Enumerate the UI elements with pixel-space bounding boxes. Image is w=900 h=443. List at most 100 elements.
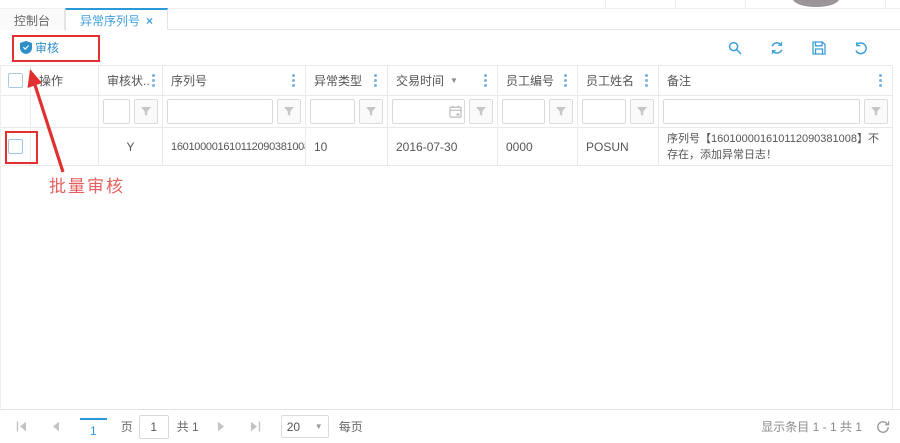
- header-cell-audit-status[interactable]: 审核状..: [99, 66, 163, 95]
- column-title: 员工姓名: [586, 72, 634, 89]
- filter-funnel-button[interactable]: [277, 99, 301, 124]
- filter-funnel-button[interactable]: [549, 99, 573, 124]
- divider: [675, 0, 676, 8]
- avatar: [793, 0, 839, 7]
- audit-button-label: 审核: [35, 39, 59, 56]
- audit-shield-icon: [20, 41, 32, 54]
- column-title: 序列号: [171, 72, 207, 89]
- next-page-button[interactable]: [211, 421, 232, 432]
- filter-cell-audit-status: [99, 96, 163, 127]
- per-page-label: 每页: [339, 418, 363, 435]
- tab-abnormal-serial-label: 异常序列号: [80, 12, 140, 29]
- column-menu-icon[interactable]: [152, 79, 155, 82]
- divider: [885, 0, 886, 8]
- filter-employee-name-input[interactable]: [582, 99, 626, 124]
- divider: [605, 0, 606, 8]
- filter-funnel-button[interactable]: [864, 99, 888, 124]
- filter-serial-input[interactable]: [167, 99, 273, 124]
- row-cell-operation: [31, 128, 99, 165]
- filter-cell-operation: [31, 96, 99, 127]
- funnel-icon: [140, 106, 152, 117]
- filter-funnel-button[interactable]: [469, 99, 493, 124]
- column-title: 员工编号: [506, 72, 554, 89]
- grid-header-row: 操作 审核状.. 序列号 异常类型 交易时间 ▼: [1, 66, 892, 96]
- filter-exception-type-input[interactable]: [310, 99, 355, 124]
- filter-cell-employee-no: [498, 96, 578, 127]
- funnel-icon: [555, 106, 567, 117]
- column-title: 备注: [667, 72, 691, 89]
- filter-cell-select: [1, 96, 31, 127]
- column-menu-icon[interactable]: [484, 79, 487, 82]
- tab-console-label: 控制台: [14, 12, 50, 29]
- column-title: 异常类型: [314, 72, 362, 89]
- row-checkbox[interactable]: [8, 139, 23, 154]
- pager-info: 显示条目 1 - 1 共 1: [761, 418, 862, 435]
- divider: [745, 0, 746, 8]
- prev-page-button[interactable]: [45, 421, 66, 432]
- refresh-icon[interactable]: [876, 420, 890, 434]
- grid-pager: 1 页 共 1 20 ▼ 每页 显示条目 1 - 1 共 1: [0, 409, 900, 443]
- column-menu-icon[interactable]: [374, 79, 377, 82]
- funnel-icon: [365, 106, 377, 117]
- grid-filter-row: [1, 96, 892, 128]
- header-cell-exception-type[interactable]: 异常类型: [306, 66, 388, 95]
- filter-audit-status-input[interactable]: [103, 99, 130, 124]
- header-cell-trade-time[interactable]: 交易时间 ▼: [388, 66, 498, 95]
- column-title: 审核状..: [107, 72, 150, 89]
- sort-desc-icon: ▼: [450, 76, 458, 85]
- save-icon[interactable]: [812, 41, 826, 55]
- grid-tool-icons: [728, 41, 900, 55]
- page-total-label: 共 1: [177, 418, 199, 435]
- filter-funnel-button[interactable]: [134, 99, 158, 124]
- filter-cell-remark: [659, 96, 892, 127]
- row-cell-exception-type: 10: [306, 128, 388, 165]
- app-window: 控制台 异常序列号 × 审核: [0, 0, 900, 443]
- tabstrip: 控制台 异常序列号 ×: [0, 8, 900, 30]
- row-cell-audit-status: Y: [99, 128, 163, 165]
- tab-console[interactable]: 控制台: [0, 9, 65, 31]
- column-menu-icon[interactable]: [879, 79, 882, 82]
- tab-close-icon[interactable]: ×: [146, 15, 153, 27]
- filter-remark-input[interactable]: [663, 99, 860, 124]
- sync-icon[interactable]: [770, 41, 784, 55]
- filter-employee-no-input[interactable]: [502, 99, 545, 124]
- header-cell-operation: 操作: [31, 66, 99, 95]
- search-icon[interactable]: [728, 41, 742, 55]
- chevron-down-icon: ▼: [315, 422, 323, 431]
- header-cell-employee-no[interactable]: 员工编号: [498, 66, 578, 95]
- header-cell-remark[interactable]: 备注: [659, 66, 892, 95]
- funnel-icon: [283, 106, 295, 117]
- funnel-icon: [636, 106, 648, 117]
- filter-cell-exception-type: [306, 96, 388, 127]
- row-cell-employee-no: 0000: [498, 128, 578, 165]
- row-cell-remark: 序列号【160100001610112090381008】不存在，添加异常日志！: [659, 128, 892, 165]
- row-cell-trade-time: 2016-07-30: [388, 128, 498, 165]
- header-cell-employee-name[interactable]: 员工姓名: [578, 66, 659, 95]
- page-number-input[interactable]: [139, 415, 169, 439]
- select-all-checkbox[interactable]: [8, 73, 23, 88]
- undo-icon[interactable]: [854, 41, 868, 55]
- page-label: 页: [121, 418, 133, 435]
- column-menu-icon[interactable]: [564, 79, 567, 82]
- filter-cell-trade-time: [388, 96, 498, 127]
- column-title: 操作: [39, 72, 63, 89]
- last-page-button[interactable]: [244, 421, 267, 432]
- column-menu-icon[interactable]: [645, 79, 648, 82]
- page-size-select[interactable]: 20 ▼: [281, 415, 329, 438]
- first-page-button[interactable]: [10, 421, 33, 432]
- row-cell-serial: 160100001610112090381008: [163, 128, 306, 165]
- filter-funnel-button[interactable]: [359, 99, 383, 124]
- top-strip: [0, 0, 900, 8]
- current-page[interactable]: 1: [80, 418, 107, 438]
- column-title: 交易时间: [396, 72, 444, 89]
- row-cell-employee-name: POSUN: [578, 128, 659, 165]
- tab-abnormal-serial[interactable]: 异常序列号 ×: [65, 8, 168, 31]
- audit-button[interactable]: 审核: [20, 39, 59, 56]
- funnel-icon: [475, 106, 487, 117]
- calendar-icon[interactable]: [449, 105, 462, 121]
- table-row: Y 160100001610112090381008 10 2016-07-30…: [1, 128, 892, 166]
- header-cell-serial[interactable]: 序列号: [163, 66, 306, 95]
- column-menu-icon[interactable]: [292, 79, 295, 82]
- funnel-icon: [870, 106, 882, 117]
- filter-funnel-button[interactable]: [630, 99, 654, 124]
